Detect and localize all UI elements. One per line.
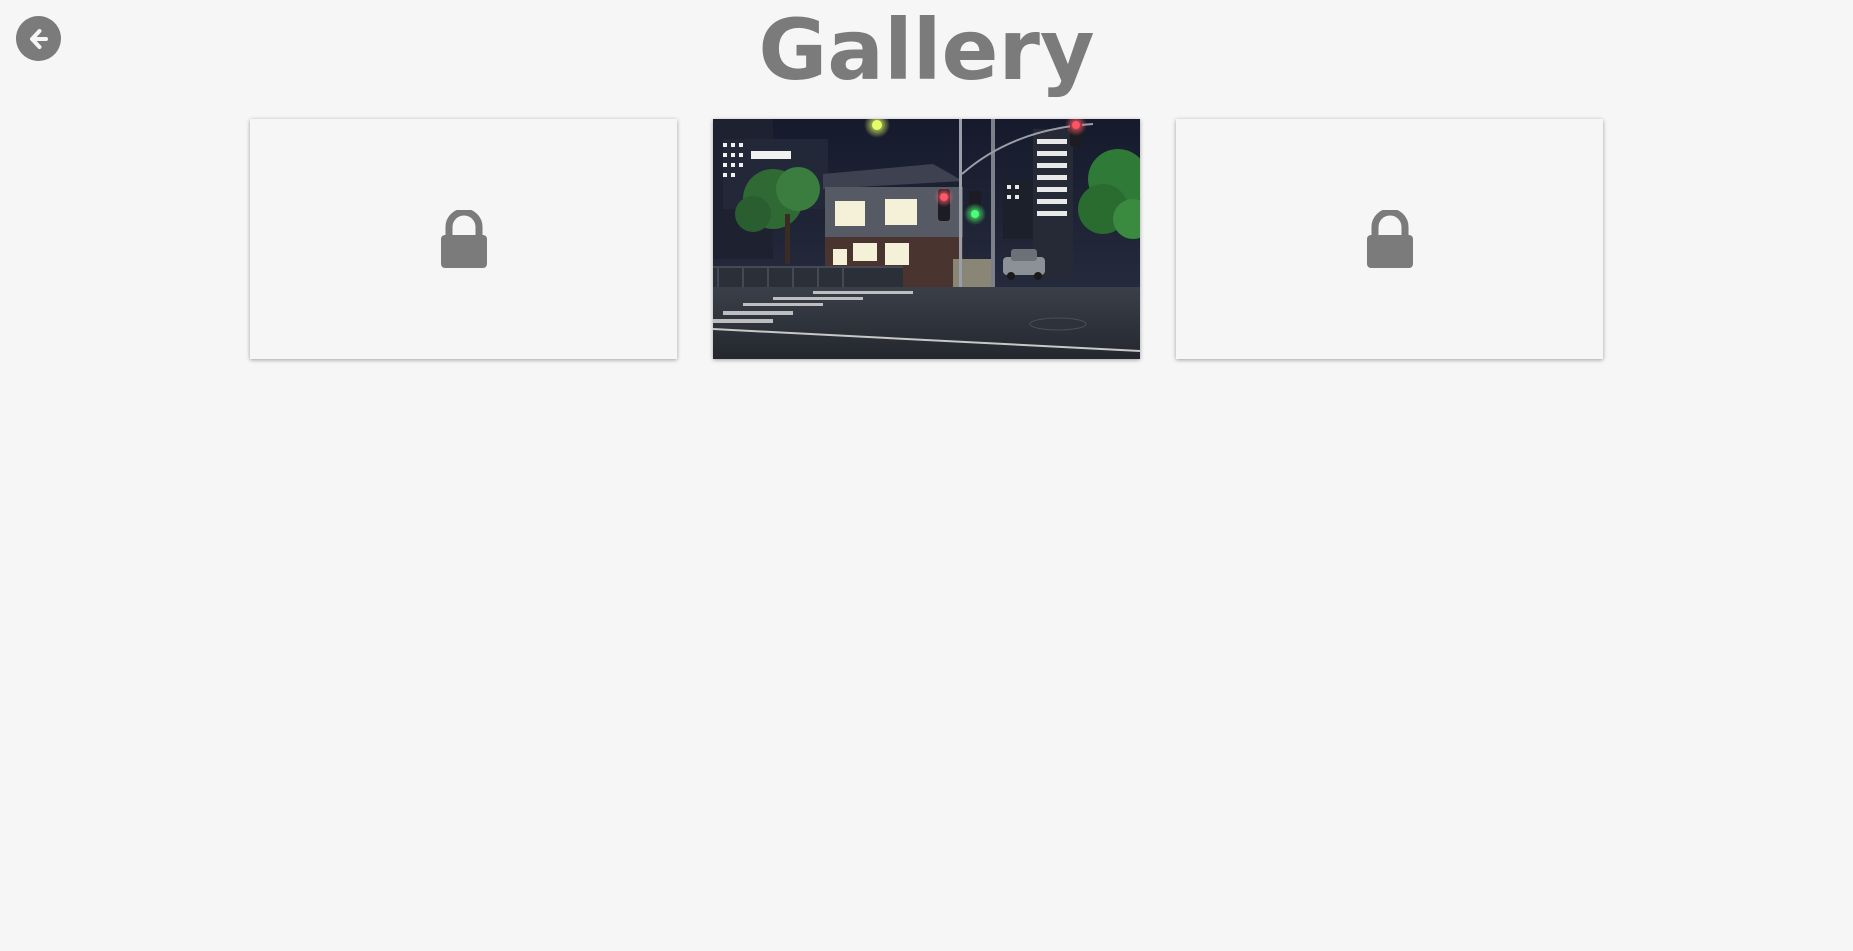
gallery-item-locked-1 (250, 119, 677, 359)
gallery-item-locked-3 (1176, 119, 1603, 359)
gallery-grid (250, 119, 1603, 359)
lock-icon (1366, 210, 1413, 268)
night-street-image (713, 119, 1140, 359)
lock-icon (440, 210, 487, 268)
gallery-item-night-street[interactable] (713, 119, 1140, 359)
page-title: Gallery (758, 1, 1095, 99)
